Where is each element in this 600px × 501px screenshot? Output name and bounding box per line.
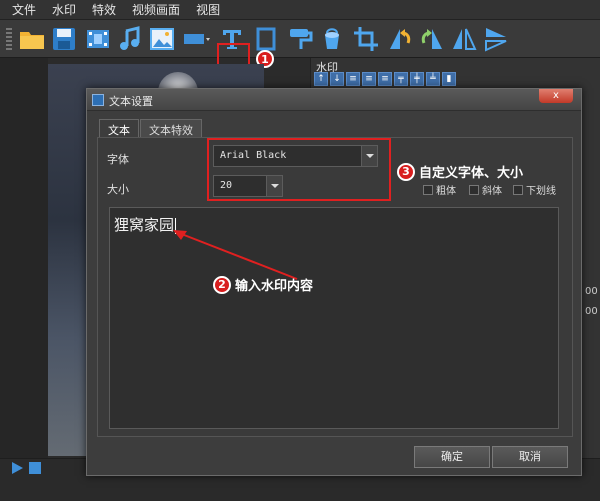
align-right-icon[interactable]: ≡ <box>378 72 392 86</box>
underline-label: 下划线 <box>526 186 556 197</box>
menu-watermark[interactable]: 水印 <box>44 1 84 18</box>
tab-text-effects[interactable]: 文本特效 <box>140 119 202 137</box>
menu-view[interactable]: 视图 <box>188 1 228 18</box>
step-2-badge: 2 <box>213 275 231 294</box>
dialog-title-bar[interactable]: 文本设置 x <box>87 89 581 111</box>
bold-label: 粗体 <box>436 186 456 197</box>
watermark-panel-tools: ↑ ↓ ≡ ≡ ≡ ╤ ╪ ╧ ▮ <box>314 72 456 86</box>
checkbox-box[interactable] <box>423 184 433 195</box>
italic-checkbox[interactable]: 斜体 <box>469 182 502 197</box>
dialog-tabs: 文本 文本特效 <box>99 119 203 137</box>
cancel-button[interactable]: 取消 <box>492 446 568 468</box>
distribute-icon[interactable]: ▮ <box>442 72 456 86</box>
text-settings-dialog: 文本设置 x 文本 文本特效 字体 Arial Black 大小 20 粗体 斜… <box>86 88 582 476</box>
flip-horizontal-icon[interactable] <box>448 23 480 55</box>
dialog-app-icon <box>92 94 104 106</box>
bucket-icon[interactable] <box>316 23 348 55</box>
left-strip <box>0 58 48 458</box>
rotate-right-icon[interactable] <box>416 23 448 55</box>
rectangle-icon[interactable] <box>180 23 212 55</box>
stop-icon[interactable] <box>28 461 42 475</box>
music-note-icon[interactable] <box>114 23 146 55</box>
save-icon[interactable] <box>48 23 80 55</box>
menu-file[interactable]: 文件 <box>4 1 44 18</box>
folder-icon[interactable] <box>16 23 48 55</box>
bold-checkbox[interactable]: 粗体 <box>423 182 456 197</box>
image-icon[interactable] <box>146 23 178 55</box>
italic-label: 斜体 <box>482 186 502 197</box>
align-left-icon[interactable]: ≡ <box>346 72 360 86</box>
menu-video-frame[interactable]: 视频画面 <box>124 1 188 18</box>
align-bottom-icon[interactable]: ╧ <box>426 72 440 86</box>
paint-roller-icon[interactable] <box>284 23 316 55</box>
menu-effects[interactable]: 特效 <box>84 1 124 18</box>
play-icon[interactable] <box>10 461 24 475</box>
crop-icon[interactable] <box>350 23 382 55</box>
checkbox-box[interactable] <box>513 184 523 195</box>
dialog-title: 文本设置 <box>109 95 153 108</box>
toolbar-grip[interactable] <box>6 28 12 50</box>
underline-checkbox[interactable]: 下划线 <box>513 182 556 197</box>
ok-button[interactable]: 确定 <box>414 446 490 468</box>
watermark-text: 狸窝家园 <box>114 216 175 234</box>
film-icon[interactable] <box>82 23 114 55</box>
toolbar: 1 <box>0 20 600 77</box>
annotation-step-3-text: 自定义字体、大小 <box>419 166 524 181</box>
align-middle-icon[interactable]: ╪ <box>410 72 424 86</box>
font-size-highlight <box>207 138 391 201</box>
checkbox-box[interactable] <box>469 184 479 195</box>
menu-bar: 文件 水印 特效 视频画面 视图 <box>0 0 600 20</box>
tab-text[interactable]: 文本 <box>99 119 139 137</box>
move-down-icon[interactable]: ↓ <box>330 72 344 86</box>
align-center-icon[interactable]: ≡ <box>362 72 376 86</box>
font-label: 字体 <box>107 153 129 166</box>
annotation-step-3: 3 自定义字体、大小 <box>397 162 523 181</box>
move-up-icon[interactable]: ↑ <box>314 72 328 86</box>
timecode-fragment-1: 00 <box>585 286 598 297</box>
flip-vertical-icon[interactable] <box>480 23 512 55</box>
annotation-step-2-text: 输入水印内容 <box>235 279 314 294</box>
rotate-left-icon[interactable] <box>384 23 416 55</box>
close-button[interactable]: x <box>539 89 573 103</box>
timecode-fragment-2: 00 <box>585 306 598 317</box>
align-top-icon[interactable]: ╤ <box>394 72 408 86</box>
annotation-step-2: 2 输入水印内容 <box>213 275 313 294</box>
step-3-badge: 3 <box>397 162 415 181</box>
size-label: 大小 <box>107 183 129 196</box>
